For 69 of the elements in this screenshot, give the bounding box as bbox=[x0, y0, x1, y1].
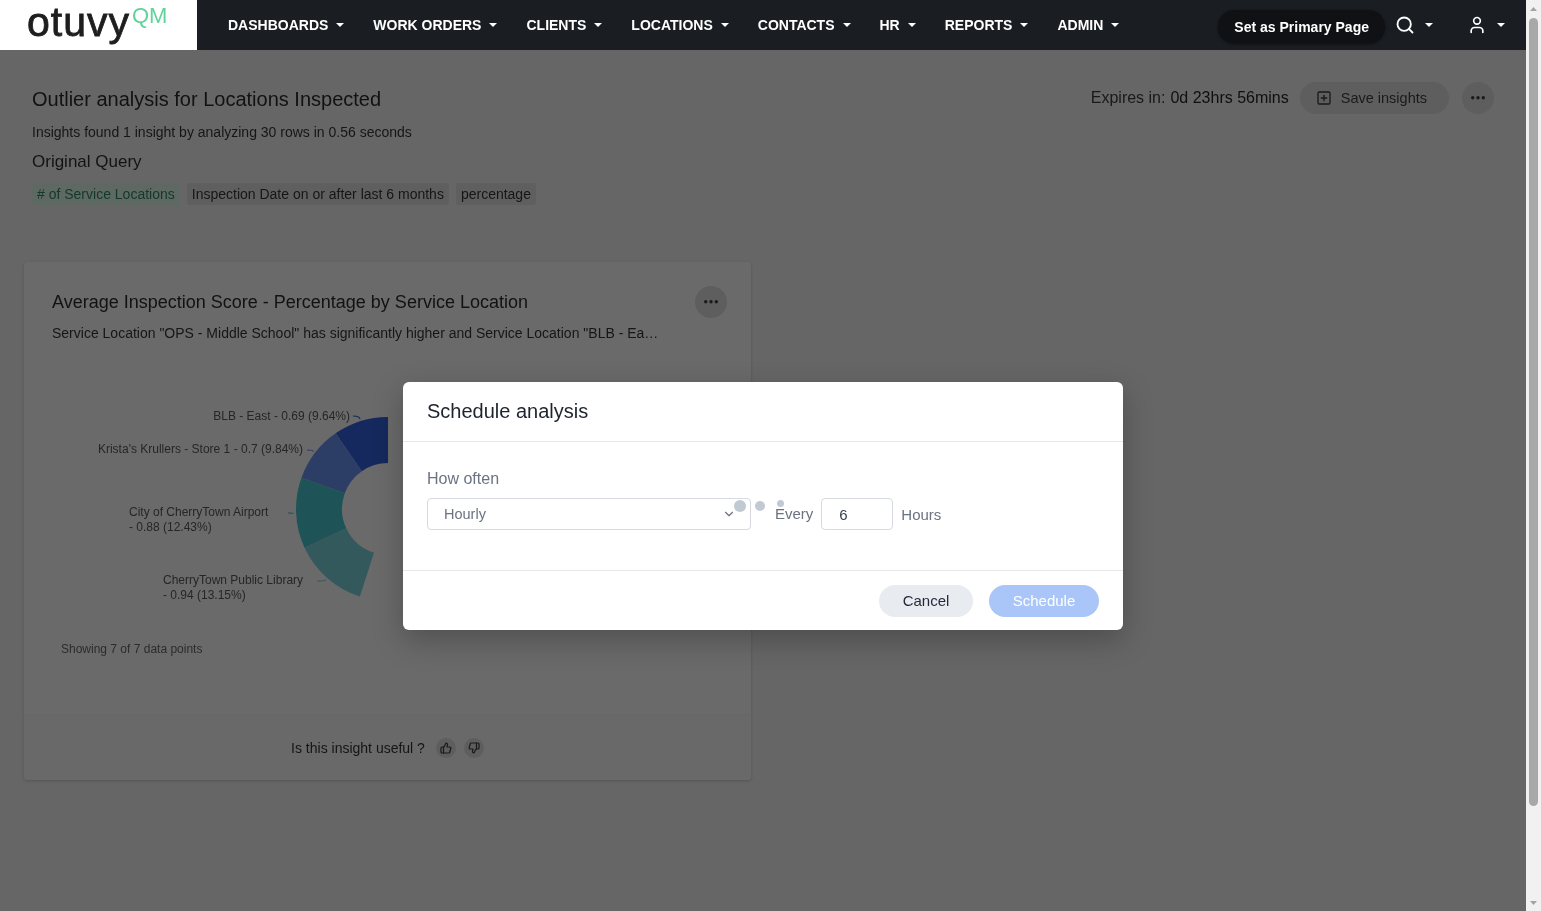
ellipsis-icon bbox=[1471, 96, 1485, 100]
caret-icon bbox=[594, 23, 603, 27]
slice-value-label: - 0.7 (9.84%) bbox=[233, 442, 303, 457]
dialog-title: Schedule analysis bbox=[427, 400, 589, 423]
slice-category-label: BLB - East bbox=[213, 409, 271, 424]
thumbs-up-button[interactable] bbox=[435, 738, 456, 758]
plus-square-icon bbox=[1315, 90, 1332, 106]
leader-line bbox=[352, 415, 361, 420]
search-icon bbox=[1395, 15, 1415, 35]
more-button[interactable] bbox=[695, 286, 727, 318]
card-title: Average Inspection Score - Percentage by Service Location bbox=[52, 291, 528, 314]
thumbs-up-icon bbox=[439, 742, 452, 754]
expires-value: 0d 23hrs 56mins bbox=[1170, 89, 1289, 107]
every-label: Every bbox=[775, 506, 814, 522]
nav-menu-item[interactable]: DASHBOARDS bbox=[228, 13, 345, 37]
data-points-note: Showing 7 of 7 data points bbox=[61, 641, 204, 657]
ellipsis-icon bbox=[704, 300, 718, 304]
query-term-tag: percentage bbox=[455, 183, 536, 205]
caret-icon bbox=[336, 23, 345, 27]
nav-menu-item[interactable]: HR bbox=[879, 13, 916, 37]
slice-value-label: - 0.94 (13.15%) bbox=[163, 588, 246, 603]
caret-icon bbox=[907, 23, 916, 27]
field-label: How often bbox=[427, 469, 501, 489]
cancel-button[interactable]: Cancel bbox=[879, 584, 973, 617]
unit-label: Hours bbox=[901, 505, 942, 523]
more-button[interactable] bbox=[1462, 82, 1494, 114]
caret-icon bbox=[1497, 23, 1505, 27]
thumbs-down-icon bbox=[467, 742, 480, 754]
slice-value-label: - 0.88 (12.43%) bbox=[129, 520, 212, 535]
nav-menu-item[interactable]: WORK ORDERS bbox=[373, 13, 498, 37]
page-title: Outlier analysis for Locations Inspected bbox=[32, 87, 382, 112]
logo-wordmark: otuvy bbox=[27, 1, 130, 43]
frequency-select[interactable]: Hourly bbox=[427, 498, 751, 530]
query-term-tag: # of Service Locations bbox=[32, 183, 180, 205]
scroll-up-arrow-icon[interactable] bbox=[1530, 6, 1537, 11]
leader-line bbox=[287, 512, 295, 514]
caret-icon bbox=[1111, 23, 1120, 27]
slice-category-label: City of CherryTown Airport bbox=[129, 505, 269, 520]
nav-menu-item[interactable]: REPORTS bbox=[944, 13, 1029, 37]
user-menu-button[interactable] bbox=[1467, 15, 1505, 35]
user-icon bbox=[1467, 15, 1487, 35]
slice-category-label: Krista's Krullers - Store 1 bbox=[97, 442, 231, 457]
nav-menu-item[interactable]: CONTACTS bbox=[757, 13, 851, 37]
scrollbar-thumb[interactable] bbox=[1529, 18, 1538, 806]
leader-line bbox=[316, 578, 327, 582]
insight-summary: Insights found 1 insight by analyzing 30 rows in 0.56 seconds bbox=[32, 123, 412, 142]
leader-line bbox=[306, 449, 315, 453]
slice-value-label: - 0.69 (9.64%) bbox=[273, 409, 350, 424]
set-primary-page-button[interactable]: Set as Primary Page bbox=[1218, 10, 1385, 43]
scroll-down-arrow-icon[interactable] bbox=[1530, 900, 1537, 905]
feedback-question: Is this insight useful ? bbox=[291, 740, 425, 756]
caret-icon bbox=[720, 23, 729, 27]
search-menu-button[interactable] bbox=[1395, 15, 1433, 35]
query-term-tag: Inspection Date on or after last 6 months bbox=[186, 183, 449, 205]
nav-menu-item[interactable]: ADMIN bbox=[1057, 13, 1120, 37]
nav-menu-item[interactable]: LOCATIONS bbox=[631, 13, 729, 37]
interval-input[interactable]: 6 bbox=[821, 498, 894, 530]
expires-label: Expires in: bbox=[1090, 89, 1166, 107]
nav-menu-item[interactable]: CLIENTS bbox=[526, 13, 603, 37]
caret-icon bbox=[842, 23, 851, 27]
thumbs-down-button[interactable] bbox=[463, 738, 484, 758]
logo-suffix: QM bbox=[132, 5, 168, 27]
query-heading: Original Query bbox=[32, 151, 142, 173]
caret-icon bbox=[489, 23, 498, 27]
slice-category-label: CherryTown Public Library bbox=[163, 573, 304, 588]
caret-icon bbox=[1020, 23, 1029, 27]
card-description: Service Location "OPS - Middle School" has significantly higher and Service Location "BLB - Ea… bbox=[52, 324, 660, 343]
scrollbar[interactable] bbox=[1526, 0, 1541, 911]
caret-icon bbox=[1425, 23, 1433, 27]
